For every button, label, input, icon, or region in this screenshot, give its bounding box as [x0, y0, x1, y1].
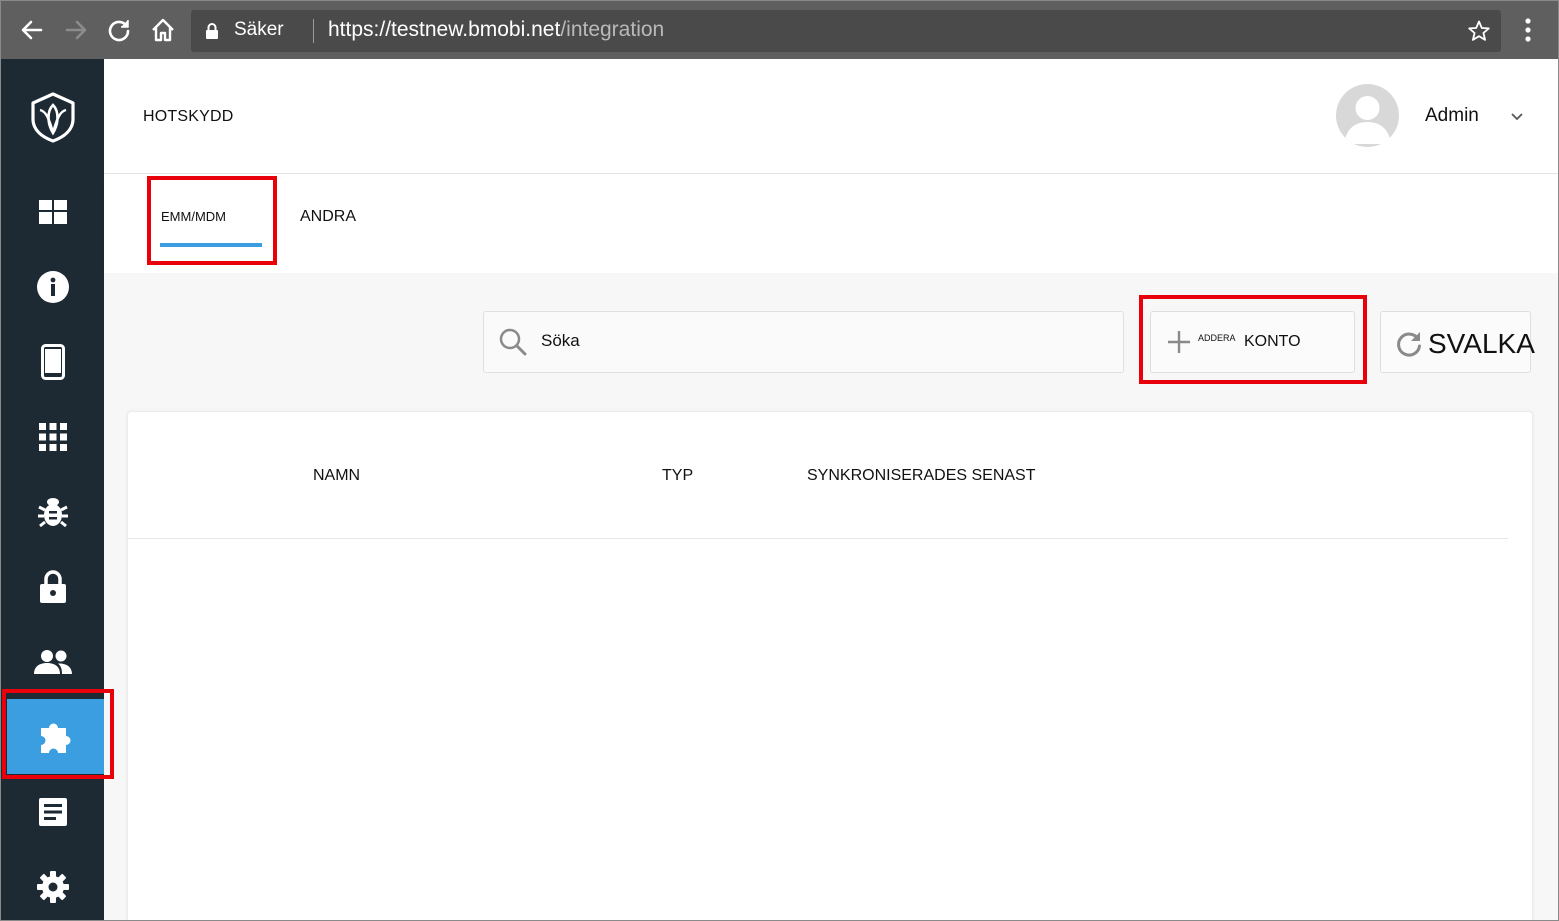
apps-grid-icon [38, 422, 67, 451]
bug-icon [37, 497, 68, 527]
sidebar-logo[interactable] [1, 79, 104, 154]
add-account-button[interactable]: ADDERA KONTO [1150, 311, 1355, 373]
sidebar-item-devices[interactable] [1, 324, 104, 399]
search-icon [499, 328, 527, 356]
back-arrow-icon [21, 20, 43, 40]
home-icon [152, 18, 174, 42]
browser-menu-icon[interactable] [1517, 15, 1539, 45]
page-header: HOTSKYDD Admin [104, 59, 1558, 174]
settings-icon [36, 870, 69, 903]
main-content: Söka ADDERA KONTO SVALKA NAMN TYP SYNKRO… [104, 273, 1558, 920]
reload-button[interactable] [102, 13, 136, 47]
plus-icon [1168, 331, 1190, 353]
back-button[interactable] [15, 13, 49, 47]
bookmark-star-icon[interactable] [1467, 19, 1491, 43]
sidebar-item-integration[interactable] [7, 699, 104, 774]
report-icon [38, 797, 67, 826]
sidebar-item-users[interactable] [1, 624, 104, 699]
refresh-icon [1397, 332, 1421, 357]
url-host: https://testnew.bmobi.net [328, 18, 561, 41]
user-name[interactable]: Admin [1425, 105, 1479, 127]
info-icon [36, 270, 69, 303]
secure-label: Säker [234, 19, 284, 40]
chevron-down-icon[interactable] [1509, 109, 1525, 125]
search-input[interactable]: Söka [483, 311, 1124, 373]
tab-bar: EMM/MDM ANDRA [104, 175, 1558, 273]
refresh-label: SVALKA [1428, 328, 1535, 359]
url-path: /integration [560, 18, 665, 41]
url-text[interactable]: https://testnew.bmobi.net/integration [328, 18, 664, 42]
users-icon [33, 649, 72, 674]
add-label: KONTO [1244, 333, 1301, 350]
user-avatar-icon [1344, 96, 1391, 144]
column-header-name[interactable]: NAMN [313, 467, 360, 485]
browser-toolbar: Säker https://testnew.bmobi.net/integrat… [1, 1, 1558, 59]
sidebar-item-dashboard[interactable] [1, 174, 104, 249]
sidebar-item-settings[interactable] [1, 849, 104, 920]
lock-icon [206, 23, 218, 39]
add-label-small: ADDERA [1198, 333, 1236, 343]
dashboard-icon [38, 199, 67, 224]
column-header-last-synced[interactable]: SYNKRONISERADES SENAST [807, 467, 1036, 485]
active-tab-indicator [160, 243, 262, 247]
home-button[interactable] [146, 13, 180, 47]
puzzle-icon [40, 722, 70, 753]
accounts-table: NAMN TYP SYNKRONISERADES SENAST [127, 411, 1533, 920]
forward-arrow-icon [65, 20, 87, 40]
tab-emm-mdm[interactable]: EMM/MDM [161, 209, 226, 224]
lock-icon [39, 569, 66, 603]
forward-button[interactable] [59, 13, 93, 47]
sidebar-item-apps[interactable] [1, 399, 104, 474]
sidebar-item-info[interactable] [1, 249, 104, 324]
tab-andra[interactable]: ANDRA [300, 208, 356, 226]
avatar[interactable] [1336, 84, 1399, 147]
shield-logo-icon [30, 91, 75, 143]
refresh-button[interactable]: SVALKA [1380, 311, 1535, 373]
device-icon [40, 343, 65, 380]
column-header-type[interactable]: TYP [662, 467, 693, 485]
header-divider [128, 538, 1508, 539]
screenshot-frame: Säker https://testnew.bmobi.net/integrat… [0, 0, 1559, 921]
sidebar [1, 59, 104, 920]
search-placeholder: Söka [541, 331, 580, 350]
page-title: HOTSKYDD [143, 108, 234, 125]
address-separator [313, 19, 314, 43]
sidebar-item-security[interactable] [1, 549, 104, 624]
sidebar-item-threats[interactable] [1, 474, 104, 549]
address-bar[interactable]: Säker https://testnew.bmobi.net/integrat… [191, 10, 1501, 52]
sidebar-item-reports[interactable] [1, 774, 104, 849]
reload-icon [108, 20, 130, 42]
